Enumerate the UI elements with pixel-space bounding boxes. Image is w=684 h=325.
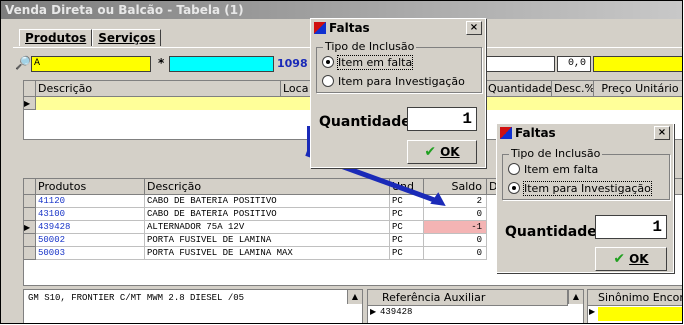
col-descricao-prod[interactable]: Descrição [145, 179, 390, 195]
window-title: Venda Direta ou Balcão - Tabela (1) [1, 1, 682, 19]
tab-produtos[interactable]: Produtos [19, 29, 93, 46]
price-field[interactable] [593, 56, 682, 72]
radio-item-investigacao[interactable]: Item para Investigação [508, 181, 652, 196]
product-desc: CABO DE BATERIA POSITIVO [145, 195, 390, 208]
product-saldo: 0 [424, 208, 487, 221]
scroll-up-icon[interactable]: ▲ [347, 290, 362, 304]
binoculars-icon[interactable]: 🔎 [15, 56, 31, 71]
ok-button[interactable]: ✔ OK [407, 140, 477, 164]
product-unit: PC [390, 234, 424, 247]
radio-item-em-falta[interactable]: Item em falta [508, 163, 598, 176]
app-logo-icon [314, 22, 326, 34]
product-code[interactable]: 43100 [36, 208, 145, 221]
faltas-dialog: Faltas × Tipo de Inclusão Item em falta … [310, 18, 486, 168]
product-desc: CABO DE BATERIA POSITIVO [145, 208, 390, 221]
product-unit: PC [390, 221, 424, 234]
product-saldo: -1 [424, 221, 487, 234]
tab-servicos[interactable]: Serviços [92, 29, 162, 46]
faltas-dialog-2: Faltas × Tipo de Inclusão Item em falta … [496, 123, 674, 273]
radio-item-investigacao[interactable]: Item para Investigação [322, 75, 465, 88]
check-icon: ✔ [424, 144, 437, 160]
product-unit: PC [390, 208, 424, 221]
ref-header: Referência Auxiliar [368, 290, 568, 306]
discount-field[interactable]: 0,0 [557, 56, 591, 72]
col-saldo[interactable]: Saldo [424, 179, 487, 195]
main-window: Venda Direta ou Balcão - Tabela (1) Prod… [0, 0, 683, 324]
group-label: Tipo de Inclusão [509, 147, 603, 160]
memo-box[interactable]: GM S10, FRONTIER C/MT MWM 2.8 DIESEL /05… [23, 289, 363, 323]
product-code[interactable]: 439428 [36, 221, 145, 234]
search-input[interactable]: A [31, 56, 151, 72]
radio-icon [322, 56, 334, 68]
reference-grid[interactable]: Referência Auxiliar ▶ 439428 ▲ [367, 289, 584, 323]
quantity-label: Quantidade: [319, 114, 417, 130]
group-label: Tipo de Inclusão [323, 40, 417, 53]
scroll-up-icon[interactable]: ▲ [568, 290, 583, 304]
code-input[interactable] [169, 56, 274, 72]
row-pointer-icon: ▶ [24, 97, 36, 110]
col-descricao[interactable]: Descrição [36, 81, 281, 97]
col-loca[interactable]: Loca [281, 81, 311, 97]
product-desc: PORTA FUSIVEL DE LAMINA MAX [145, 247, 390, 260]
radio-item-em-falta[interactable]: Item em falta [322, 55, 414, 70]
col-quantidade[interactable]: Quantidade [486, 81, 552, 97]
check-icon: ✔ [613, 251, 626, 267]
inclusion-type-group: Tipo de Inclusão Item em falta Item para… [316, 41, 482, 93]
ok-button[interactable]: ✔ OK [595, 247, 667, 271]
quantity-input[interactable]: 1 [595, 215, 667, 239]
radio-icon [322, 75, 334, 87]
product-desc: ALTERNADOR 75A 12V [145, 221, 390, 234]
product-code[interactable]: 41120 [36, 195, 145, 208]
col-produtos[interactable]: Produtos [36, 179, 145, 195]
memo-text: GM S10, FRONTIER C/MT MWM 2.8 DIESEL /05 [28, 293, 245, 303]
col-desc[interactable]: Desc.% [552, 81, 594, 97]
radio-icon [508, 163, 520, 175]
dialog-title: Faltas × [311, 19, 485, 37]
code-partial: 1098 [277, 57, 308, 70]
row-pointer-icon: ▶ [24, 221, 36, 234]
row-pointer-icon: ▶ [370, 307, 377, 316]
synonym-edit-cell[interactable] [598, 307, 682, 321]
quantity-label: Quantidade: [505, 224, 603, 240]
close-button[interactable]: × [466, 21, 482, 35]
product-saldo: 0 [424, 234, 487, 247]
quantity-field[interactable] [485, 56, 555, 72]
tab-strip: Produtos Serviços [19, 29, 162, 46]
product-unit: PC [390, 247, 424, 260]
app-logo-icon [500, 127, 512, 139]
syn-header: Sinônimo Encon [588, 290, 682, 306]
dialog-title: Faltas × [497, 124, 673, 142]
row-pointer-icon: ▶ [589, 307, 596, 316]
radio-icon [508, 182, 520, 194]
product-code[interactable]: 50003 [36, 247, 145, 260]
product-saldo: 0 [424, 247, 487, 260]
synonym-grid[interactable]: Sinônimo Encon ▶ [587, 289, 682, 323]
col-preco[interactable]: Preço Unitário [594, 81, 682, 97]
ref-value[interactable]: 439428 [380, 307, 412, 317]
inclusion-type-group: Tipo de Inclusão Item em falta Item para… [502, 148, 670, 200]
product-code[interactable]: 50002 [36, 234, 145, 247]
product-desc: PORTA FUSIVEL DE LAMINA [145, 234, 390, 247]
asterisk-icon: * [158, 56, 165, 70]
quantity-input[interactable]: 1 [407, 107, 477, 131]
close-button[interactable]: × [654, 126, 670, 140]
